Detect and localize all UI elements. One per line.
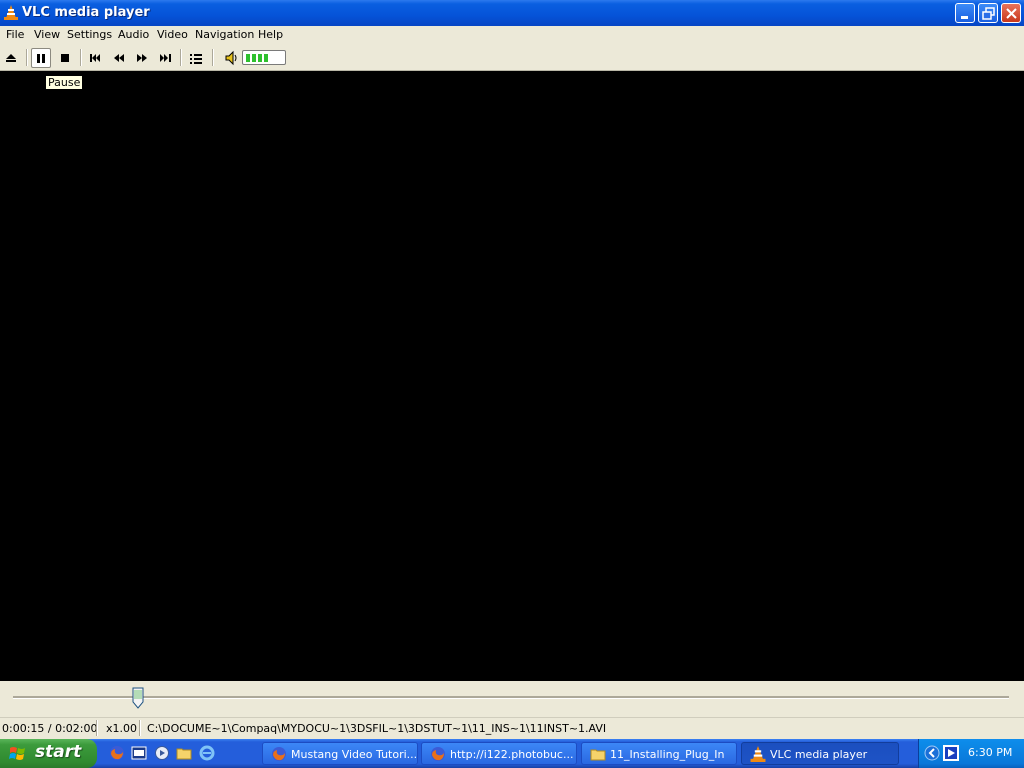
firefox-icon [431,747,445,761]
menu-audio[interactable]: Audio [118,28,149,41]
toolbar-separator [80,49,82,66]
taskbar-item-label: Mustang Video Tutori... [291,748,418,761]
toolbar [0,44,1024,71]
folder-icon[interactable] [176,745,192,761]
menu-help[interactable]: Help [258,28,283,41]
windows-logo-icon [9,747,25,760]
taskbar-item-label: 11_Installing_Plug_In [610,748,725,761]
taskbar: start Mustang Video Tutori... http://i12… [0,739,1024,768]
media-player-icon[interactable] [154,745,170,761]
close-button[interactable] [1001,3,1021,23]
vlc-cone-icon [750,746,766,762]
toolbar-separator [26,49,28,66]
taskbar-item-plugin-folder[interactable]: 11_Installing_Plug_In [581,742,737,765]
taskbar-item-photobucket[interactable]: http://i122.photobuc... [421,742,577,765]
previous-button[interactable] [86,48,106,68]
volume-segment [252,54,256,62]
playlist-icon [190,54,202,64]
playlist-button[interactable] [186,48,206,68]
speaker-icon [225,50,237,66]
pause-button[interactable] [31,48,51,68]
tooltip: Pause [45,75,84,90]
stop-icon [61,54,69,62]
menu-view[interactable]: View [34,28,60,41]
restore-icon [982,7,995,20]
playback-speed: x1.00 [106,722,138,735]
vlc-cone-icon [4,5,18,20]
file-path: C:\DOCUME~1\Compaq\MYDOCU~1\3DSFIL~1\3DS… [147,722,607,735]
minimize-icon [961,16,968,19]
toolbar-separator [180,49,182,66]
start-button[interactable]: start [0,739,97,768]
video-display[interactable] [0,71,1024,681]
fast-forward-button[interactable] [132,48,152,68]
start-label: start [35,742,82,762]
eject-icon [6,54,16,62]
seek-thumb[interactable] [132,687,144,709]
stop-button[interactable] [55,48,75,68]
rewind-icon [114,54,124,62]
skip-forward-icon [160,54,171,62]
pause-icon [37,54,45,63]
eject-button[interactable] [1,48,21,68]
system-tray: 6:30 PM [918,739,1024,768]
window-title: VLC media player [22,5,150,20]
time-readout: 0:00:15 / 0:02:00 [2,722,98,735]
menu-navigation[interactable]: Navigation [195,28,254,41]
rewind-button[interactable] [109,48,129,68]
media-app-icon[interactable] [131,745,147,761]
minimize-button[interactable] [955,3,975,23]
firefox-icon [272,747,286,761]
media-play-tray-icon[interactable] [943,745,959,761]
fast-forward-icon [137,54,147,62]
toolbar-separator [212,49,214,66]
restore-button[interactable] [978,3,998,23]
status-bar: 0:00:15 / 0:02:00 x1.00 C:\DOCUME~1\Comp… [0,717,1024,739]
next-button[interactable] [155,48,175,68]
menu-video[interactable]: Video [157,28,188,41]
internet-explorer-icon[interactable] [199,745,215,761]
taskbar-item-label: VLC media player [770,748,868,761]
status-divider [96,720,98,736]
close-icon [1006,8,1017,19]
volume-slider[interactable] [242,50,286,65]
show-hidden-icons-icon[interactable] [924,745,940,761]
menu-file[interactable]: File [6,28,24,41]
title-bar: VLC media player [0,0,1024,26]
volume-segment [264,54,268,62]
volume-segment [246,54,250,62]
mute-button[interactable] [221,48,241,68]
folder-icon [590,749,606,761]
seek-slider[interactable] [13,696,1009,699]
clock: 6:30 PM [968,746,1013,759]
seek-area [0,681,1024,717]
menu-settings[interactable]: Settings [67,28,112,41]
volume-segment [258,54,262,62]
taskbar-item-mustang-tutorial[interactable]: Mustang Video Tutori... [262,742,418,765]
taskbar-item-vlc[interactable]: VLC media player [741,742,899,765]
menu-bar: File View Settings Audio Video Navigatio… [0,26,1024,44]
taskbar-item-label: http://i122.photobuc... [450,748,574,761]
status-divider [139,720,141,736]
skip-back-icon [90,54,100,62]
firefox-icon[interactable] [109,745,125,761]
